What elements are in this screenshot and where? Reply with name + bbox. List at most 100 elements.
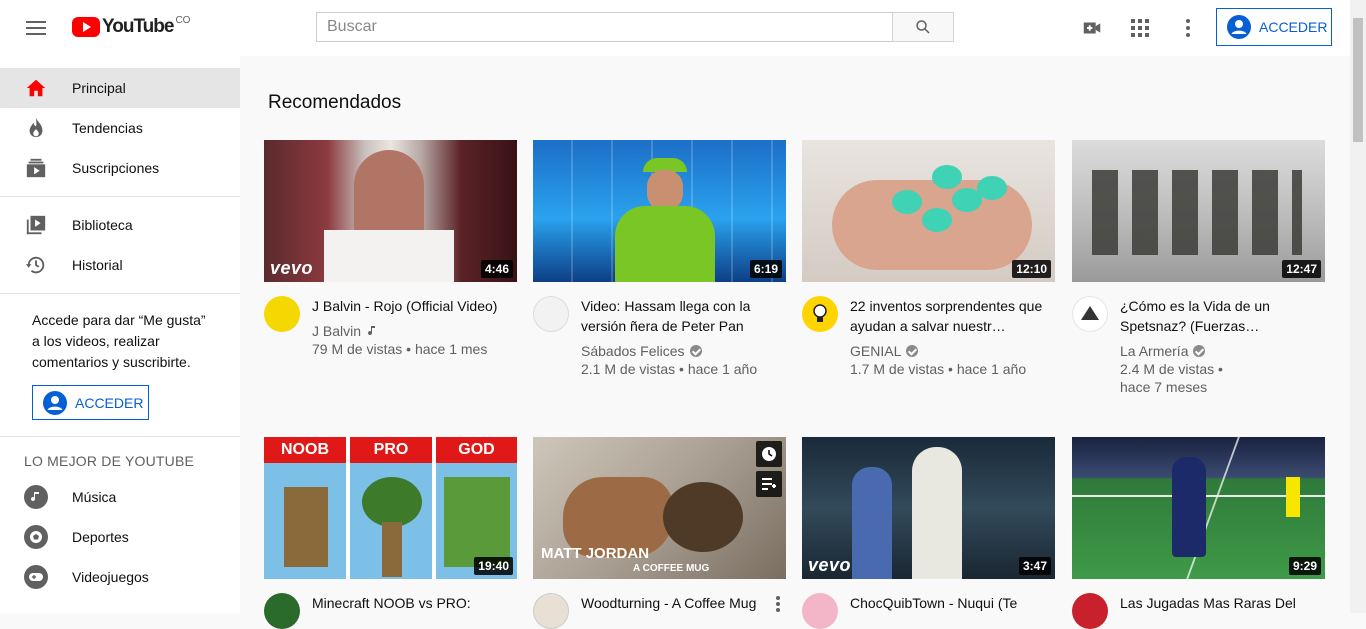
teal-capsule xyxy=(922,208,952,232)
signin-prompt-text: Accede para dar “Me gusta” a los videos,… xyxy=(32,312,206,370)
channel-avatar[interactable] xyxy=(802,593,838,629)
hamburger-menu-icon[interactable] xyxy=(24,18,48,38)
apps-grid-icon[interactable] xyxy=(1128,16,1152,40)
signin-button[interactable]: ACCEDER xyxy=(1216,8,1332,46)
youtube-logo[interactable]: YouTube CO xyxy=(72,14,191,38)
verified-badge-icon xyxy=(1193,345,1206,357)
sidebar-item-label: Biblioteca xyxy=(72,217,133,233)
video-title[interactable]: Minecraft NOOB vs PRO: xyxy=(312,593,517,613)
sidebar-divider xyxy=(0,436,240,437)
video-title[interactable]: ChocQuibTown - Nuqui (Te xyxy=(850,593,1055,613)
channel-avatar[interactable] xyxy=(533,296,569,332)
sidebar-item-suscripciones[interactable]: Suscripciones xyxy=(0,148,240,188)
thumbnail-caption: MATT JORDAN xyxy=(541,545,650,562)
library-icon xyxy=(24,213,48,237)
search-button[interactable] xyxy=(892,12,954,42)
lightbulb-icon xyxy=(813,304,827,322)
video-title[interactable]: Video: Hassam llega con la versión ñera … xyxy=(581,296,786,336)
vevo-logo: vevo xyxy=(808,555,852,575)
create-video-icon[interactable] xyxy=(1080,16,1104,40)
sidebar-item-deportes[interactable]: Deportes xyxy=(0,517,240,557)
account-icon xyxy=(1227,15,1251,39)
music-note-icon xyxy=(368,326,376,336)
channel-name[interactable]: GENIAL xyxy=(850,342,901,360)
video-thumbnail[interactable]: 6:19 xyxy=(533,140,786,282)
logo-country-code: CO xyxy=(175,14,191,26)
green-costume xyxy=(615,206,715,282)
video-title[interactable]: Woodturning - A Coffee Mug xyxy=(581,593,771,629)
video-duration: 6:19 xyxy=(749,260,782,278)
soldiers-silhouette xyxy=(1092,170,1302,255)
channel-avatar[interactable] xyxy=(264,593,300,629)
teal-capsule xyxy=(932,165,962,189)
channel-avatar[interactable] xyxy=(533,593,569,629)
watch-later-icon[interactable] xyxy=(756,441,782,467)
video-title[interactable]: J Balvin - Rojo (Official Video) xyxy=(312,296,517,316)
sidebar-item-videojuegos[interactable]: Videojuegos xyxy=(0,557,240,597)
video-menu-icon[interactable] xyxy=(775,595,781,613)
channel-name[interactable]: La Armería xyxy=(1120,342,1188,360)
video-stats: 1.7 M de vistas • hace 1 año xyxy=(850,361,1027,377)
section-title-recomendados: Recomendados xyxy=(268,92,402,113)
channel-avatar[interactable] xyxy=(1072,296,1108,332)
sidebar-item-biblioteca[interactable]: Biblioteca xyxy=(0,205,240,245)
video-stats: 79 M de vistas • hace 1 mes xyxy=(312,341,488,357)
sidebar-item-musica[interactable]: Música xyxy=(0,477,240,517)
signin-label: ACCEDER xyxy=(1259,19,1328,35)
video-thumbnail[interactable]: 12:10 xyxy=(802,140,1055,282)
sports-icon xyxy=(24,525,48,549)
channel-avatar[interactable] xyxy=(1072,593,1108,629)
video-thumbnail[interactable]: 9:29 xyxy=(1072,437,1325,579)
video-title[interactable]: Las Jugadas Mas Raras Del xyxy=(1120,593,1325,613)
home-icon xyxy=(24,76,48,100)
video-title[interactable]: 22 inventos sorprendentes que ayudan a s… xyxy=(850,296,1055,336)
video-card: 6:19 Video: Hassam llega con la versión … xyxy=(533,140,786,378)
search-input[interactable] xyxy=(316,12,893,42)
sidebar-divider xyxy=(0,196,240,197)
add-to-queue-icon[interactable] xyxy=(756,471,782,497)
video-thumbnail[interactable]: NOOB PRO GOD 19:40 xyxy=(264,437,517,579)
logo-text: YouTube xyxy=(102,16,174,37)
channel-avatar[interactable] xyxy=(802,296,838,332)
sidebar-item-label: Deportes xyxy=(72,529,129,545)
video-card: MATT JORDAN A COFFEE MUG Woodturning - A… xyxy=(533,437,786,629)
verified-badge-icon xyxy=(906,345,919,357)
video-card: 9:29 Las Jugadas Mas Raras Del xyxy=(1072,437,1325,629)
video-thumbnail[interactable]: vevo 4:46 xyxy=(264,140,517,282)
video-duration: 12:10 xyxy=(1012,260,1051,278)
video-duration: 19:40 xyxy=(474,557,513,575)
sidebar-item-label: Música xyxy=(72,489,117,505)
presenter-head xyxy=(647,170,683,210)
sidebar-signin-button[interactable]: ACCEDER xyxy=(32,385,149,420)
pro-tree xyxy=(362,477,422,527)
sidebar-item-tendencias[interactable]: Tendencias xyxy=(0,108,240,148)
music-icon xyxy=(24,485,48,509)
corner-flag xyxy=(1286,477,1300,517)
account-icon xyxy=(43,390,67,415)
best-of-youtube-heading: LO MEJOR DE YOUTUBE xyxy=(24,453,195,469)
sidebar-item-historial[interactable]: Historial xyxy=(0,245,240,285)
video-thumbnail[interactable]: vevo 3:47 xyxy=(802,437,1055,579)
page-scrollbar[interactable] xyxy=(1350,0,1366,613)
video-title[interactable]: ¿Cómo es la Vida de un Spetsnaz? (Fuerza… xyxy=(1120,296,1325,336)
sidebar: Principal Tendencias Suscripciones Bibli… xyxy=(0,56,240,613)
sidebar-item-label: Principal xyxy=(72,80,126,96)
video-card: 12:47 ¿Cómo es la Vida de un Spetsnaz? (… xyxy=(1072,140,1325,396)
more-options-icon[interactable] xyxy=(1176,16,1200,40)
video-duration: 3:47 xyxy=(1018,557,1051,575)
sidebar-item-label: Suscripciones xyxy=(72,160,160,176)
god-treehouse xyxy=(444,477,510,567)
noob-house xyxy=(284,487,328,567)
scrollbar-thumb[interactable] xyxy=(1353,18,1363,142)
thumbnail-subcaption: A COFFEE MUG xyxy=(633,563,710,574)
video-thumbnail[interactable]: MATT JORDAN A COFFEE MUG xyxy=(533,437,786,579)
channel-name[interactable]: Sábados Felices xyxy=(581,342,685,360)
video-card: NOOB PRO GOD 19:40 Minecraft NOOB vs PRO… xyxy=(264,437,517,629)
player xyxy=(1172,457,1206,557)
performer-left xyxy=(852,467,892,579)
channel-avatar[interactable] xyxy=(264,296,300,332)
video-thumbnail[interactable]: 12:47 xyxy=(1072,140,1325,282)
video-card: vevo 3:47 ChocQuibTown - Nuqui (Te xyxy=(802,437,1055,629)
channel-name[interactable]: J Balvin xyxy=(312,322,361,340)
sidebar-item-principal[interactable]: Principal xyxy=(0,68,240,108)
